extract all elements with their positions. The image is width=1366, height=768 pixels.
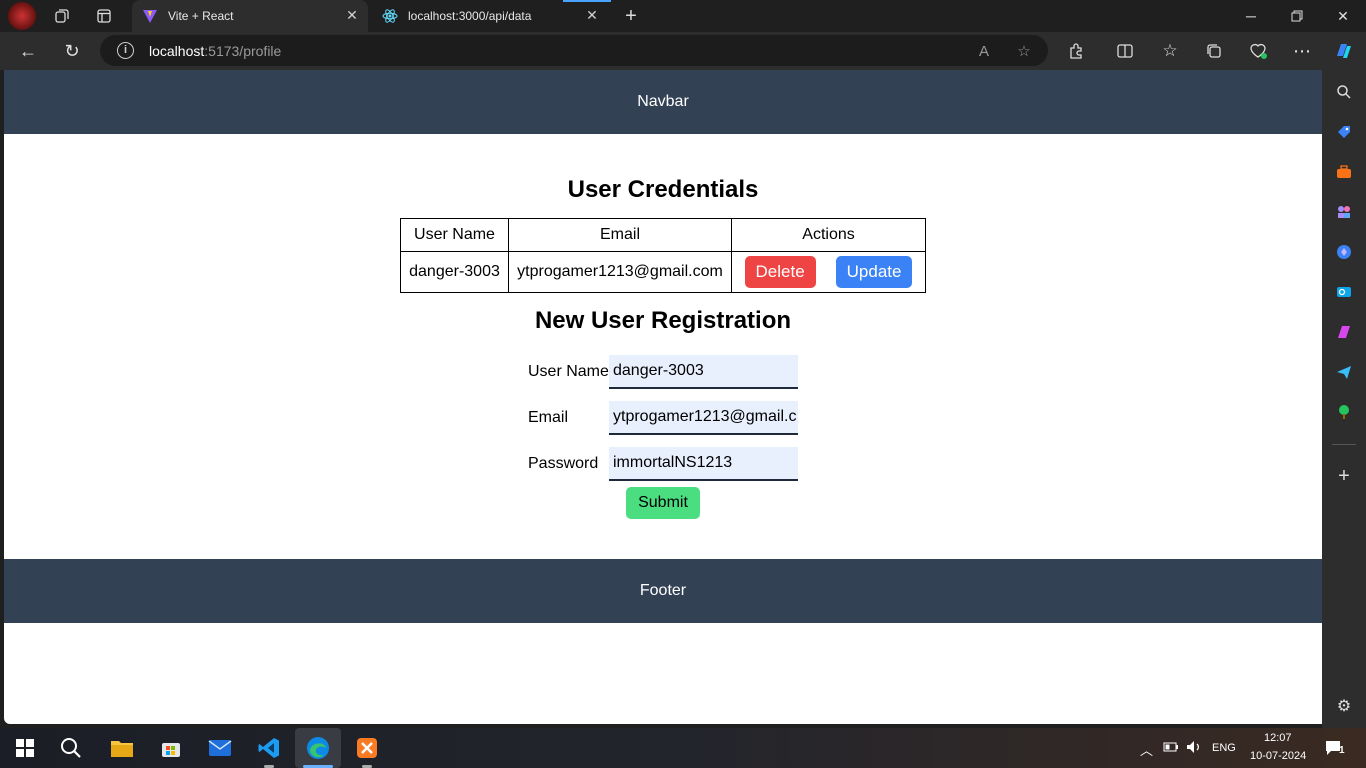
username-input[interactable]: danger-3003 xyxy=(609,355,798,389)
notification-count: 1 xyxy=(1339,745,1345,756)
credentials-table: User Name Email Actions danger-3003 ytpr… xyxy=(400,218,926,293)
volume-icon[interactable] xyxy=(1186,740,1202,757)
microsoft-store-icon[interactable] xyxy=(148,728,194,768)
column-header-email: Email xyxy=(508,218,732,252)
profile-avatar[interactable] xyxy=(8,2,36,30)
games-icon[interactable] xyxy=(1333,201,1355,223)
delete-button[interactable]: Delete xyxy=(744,256,816,288)
search-icon[interactable] xyxy=(48,728,94,768)
edge-sidebar: + ⚙ xyxy=(1322,70,1366,728)
close-tab-icon[interactable]: ✕ xyxy=(344,7,360,23)
collections-icon[interactable] xyxy=(1200,37,1228,65)
file-explorer-icon[interactable] xyxy=(99,728,145,768)
site-info-icon[interactable]: i xyxy=(117,42,134,59)
minimize-icon[interactable]: ─ xyxy=(1228,0,1274,32)
outlook-icon[interactable] xyxy=(1333,281,1355,303)
add-sidebar-app-icon[interactable]: + xyxy=(1333,465,1355,487)
tab-title: Vite + React xyxy=(168,9,234,23)
tab-actions-icon[interactable] xyxy=(92,4,116,28)
cell-username: danger-3003 xyxy=(400,251,509,293)
clock-date[interactable]: 10-07-2024 xyxy=(1250,750,1306,762)
split-screen-icon[interactable] xyxy=(1111,37,1139,65)
sidebar-divider xyxy=(1332,444,1356,445)
update-button[interactable]: Update xyxy=(835,256,913,288)
read-aloud-icon[interactable]: A xyxy=(974,41,994,61)
address-bar[interactable]: i localhost:5173/profile A ☆ xyxy=(100,35,1048,66)
url-text: localhost:5173/profile xyxy=(149,43,282,59)
browser-toolbar: ← ↻ i localhost:5173/profile A ☆ ☆ ⋯ xyxy=(0,32,1366,70)
site-navbar: Navbar xyxy=(4,70,1322,134)
clock-time[interactable]: 12:07 xyxy=(1264,732,1292,744)
extensions-icon[interactable] xyxy=(1063,37,1091,65)
tab-loading-indicator xyxy=(563,0,611,2)
tab-vite-react[interactable]: Vite + React ✕ xyxy=(132,0,368,32)
search-icon[interactable] xyxy=(1333,81,1355,103)
react-logo-icon xyxy=(382,8,398,27)
xampp-icon[interactable] xyxy=(344,728,390,768)
new-tab-icon[interactable]: + xyxy=(619,4,643,28)
vscode-icon[interactable] xyxy=(246,728,292,768)
restore-icon[interactable] xyxy=(1274,0,1320,32)
username-label: User Name xyxy=(528,363,609,380)
browser-essentials-icon[interactable] xyxy=(1244,37,1272,65)
start-windows-icon[interactable] xyxy=(2,728,48,768)
favorites-icon[interactable]: ☆ xyxy=(1156,37,1184,65)
column-header-username: User Name xyxy=(400,218,509,252)
windows-taskbar: ︿ ENG 12:07 10-07-2024 1 xyxy=(0,728,1366,768)
battery-icon[interactable] xyxy=(1163,741,1179,756)
password-input[interactable]: immortalNS1213 xyxy=(609,447,798,481)
email-input[interactable]: ytprogamer1213@gmail.c xyxy=(609,401,798,435)
password-label: Password xyxy=(528,455,599,472)
back-icon[interactable]: ← xyxy=(14,37,42,65)
edge-browser-icon[interactable] xyxy=(295,728,341,768)
site-footer: Footer xyxy=(4,559,1322,623)
page-viewport: Navbar User Credentials User Name Email … xyxy=(4,70,1322,724)
refresh-icon[interactable]: ↻ xyxy=(58,37,86,65)
table-row: danger-3003 ytprogamer1213@gmail.com Del… xyxy=(400,251,926,293)
column-header-actions: Actions xyxy=(731,218,926,252)
tree-icon[interactable] xyxy=(1333,401,1355,423)
workspaces-icon[interactable] xyxy=(50,4,74,28)
registration-heading: New User Registration xyxy=(534,307,792,334)
gear-icon[interactable]: ⚙ xyxy=(1333,695,1355,717)
submit-button[interactable]: Submit xyxy=(626,487,700,519)
copilot-icon[interactable] xyxy=(1330,37,1358,65)
favorite-star-icon[interactable]: ☆ xyxy=(1014,41,1034,61)
email-label: Email xyxy=(528,409,569,426)
shopping-tag-icon[interactable] xyxy=(1333,121,1355,143)
language-indicator[interactable]: ENG xyxy=(1212,742,1236,754)
close-tab-icon[interactable]: ✕ xyxy=(584,7,600,23)
copilot-sidebar-icon[interactable] xyxy=(1333,241,1355,263)
cell-actions: Delete Update xyxy=(731,251,926,293)
vite-logo-icon xyxy=(142,8,158,27)
tab-title: localhost:3000/api/data xyxy=(408,9,532,23)
mail-icon[interactable] xyxy=(197,728,243,768)
chevron-up-icon[interactable]: ︿ xyxy=(1140,740,1153,759)
close-window-icon[interactable]: ✕ xyxy=(1320,0,1366,32)
send-icon[interactable] xyxy=(1333,361,1355,383)
more-options-icon[interactable]: ⋯ xyxy=(1288,37,1316,65)
credentials-heading: User Credentials xyxy=(567,176,759,203)
cell-email: ytprogamer1213@gmail.com xyxy=(508,251,732,293)
browser-tab-strip: Vite + React ✕ localhost:3000/api/data ✕… xyxy=(0,0,1366,32)
designer-icon[interactable] xyxy=(1333,321,1355,343)
tools-briefcase-icon[interactable] xyxy=(1333,161,1355,183)
tab-api-data[interactable]: localhost:3000/api/data ✕ xyxy=(372,0,608,32)
